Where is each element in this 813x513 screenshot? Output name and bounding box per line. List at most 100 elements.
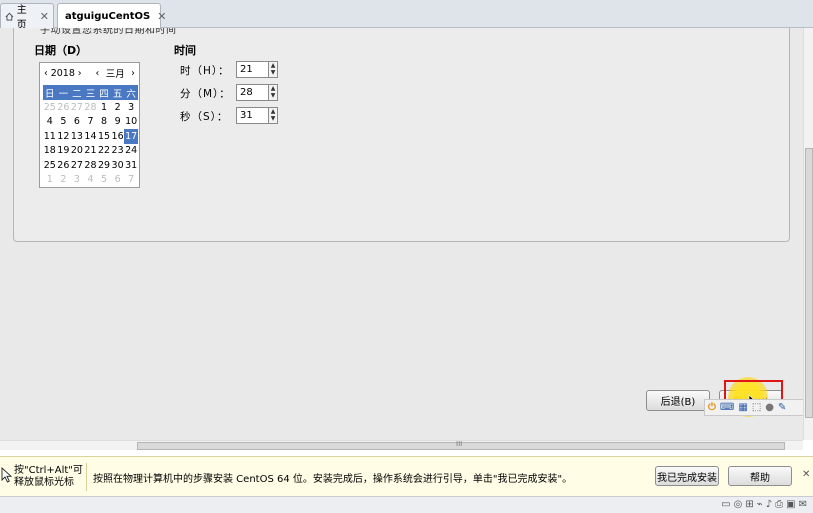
calendar-day[interactable]: 19 <box>57 144 71 159</box>
close-tab-icon[interactable]: ✕ <box>40 10 49 23</box>
horizontal-scrollbar[interactable]: III <box>0 440 803 450</box>
calendar-day[interactable]: 4 <box>84 173 98 188</box>
calendar-day[interactable]: 13 <box>70 129 84 144</box>
calendar-day[interactable]: 7 <box>124 173 138 188</box>
calendar-day[interactable]: 3 <box>70 173 84 188</box>
hour-spinner[interactable]: 21 ▲ ▼ <box>236 61 278 78</box>
keyboard-icon[interactable]: ⌨ <box>720 402 734 413</box>
calendar-day[interactable]: 18 <box>43 144 57 159</box>
power-icon[interactable]: ⏻ <box>708 402 716 413</box>
calendar-grid: 日一二三四五六 25 26 27 28 1 2 3 4 5 6 7 8 9 10 11 12 13 14 15 16 1… <box>43 85 138 187</box>
calendar-day[interactable]: 6 <box>111 173 125 188</box>
hour-value[interactable]: 21 <box>237 62 268 77</box>
panel-heading: 手动设置您系统的日期和时间 <box>40 28 177 36</box>
calendar-day[interactable]: 2 <box>57 173 71 188</box>
done-install-button[interactable]: 我已完成安装 <box>655 466 719 486</box>
vertical-scrollbar[interactable] <box>803 28 813 440</box>
calendar-day[interactable]: 12 <box>57 129 71 144</box>
calendar-day[interactable]: 5 <box>97 173 111 188</box>
calendar-weekday: 一 <box>56 85 71 100</box>
hour-row: 时（H）： <box>180 62 236 78</box>
calendar-day[interactable]: 10 <box>124 115 138 130</box>
calendar-day[interactable]: 11 <box>43 129 57 144</box>
calendar-day[interactable]: 26 <box>57 158 71 173</box>
network-icon[interactable]: ⊞ <box>745 499 753 510</box>
spin-down-icon[interactable]: ▼ <box>269 115 277 122</box>
calendar-day[interactable]: 27 <box>70 158 84 173</box>
display-icon[interactable]: ▣ <box>786 499 795 510</box>
calendar-day[interactable]: 22 <box>97 144 111 159</box>
calendar-day[interactable]: 15 <box>97 129 111 144</box>
second-label: 秒（S）： <box>180 110 229 123</box>
spin-up-icon[interactable]: ▲ <box>269 85 277 92</box>
tab-vm-label: atguiguCentOS <box>65 11 151 22</box>
calendar-day[interactable]: 3 <box>124 100 138 115</box>
usb-icon[interactable]: ⌁ <box>757 499 763 510</box>
calendar-day[interactable]: 20 <box>70 144 84 159</box>
vm-console[interactable]: 手动设置您系统的日期和时间 日期（D） 时间 ‹ 2018 › ‹ 三月 › 日… <box>0 28 803 440</box>
sound-icon[interactable]: ♪ <box>766 499 772 510</box>
calendar-day[interactable]: 26 <box>57 100 71 115</box>
spin-up-icon[interactable]: ▲ <box>269 108 277 115</box>
tab-vm[interactable]: atguiguCentOS ✕ <box>57 3 166 29</box>
printer-icon[interactable]: ⎙ <box>775 499 783 510</box>
calendar-day[interactable]: 2 <box>111 100 125 115</box>
calendar-day[interactable]: 23 <box>111 144 125 159</box>
calendar-day[interactable]: 1 <box>43 173 57 188</box>
minute-spinner[interactable]: 28 ▲ ▼ <box>236 84 278 101</box>
spin-down-icon[interactable]: ▼ <box>269 92 277 99</box>
calendar-day[interactable]: 6 <box>70 115 84 130</box>
calendar-day[interactable]: 29 <box>97 158 111 173</box>
spin-down-icon[interactable]: ▼ <box>269 69 277 76</box>
calendar-day[interactable]: 21 <box>84 144 98 159</box>
calendar-day[interactable]: 7 <box>84 115 98 130</box>
calendar-day[interactable]: 25 <box>43 158 57 173</box>
calendar-day[interactable]: 9 <box>111 115 125 130</box>
calendar-day[interactable]: 5 <box>57 115 71 130</box>
tab-bar: 主页 ✕ atguiguCentOS ✕ <box>0 0 813 31</box>
harddisk-icon[interactable]: ▭ <box>721 499 730 510</box>
back-button[interactable]: 后退(B) <box>646 390 710 411</box>
horizontal-scroll-thumb[interactable]: III <box>137 440 785 450</box>
wrench-icon[interactable]: ✎ <box>778 402 786 413</box>
calendar-day[interactable]: 25 <box>43 100 57 115</box>
calendar-day[interactable]: 8 <box>97 115 111 130</box>
calendar-day[interactable]: 28 <box>84 158 98 173</box>
calendar-day[interactable]: 17 <box>124 129 138 144</box>
calendar-day[interactable]: 24 <box>124 144 138 159</box>
calendar-day[interactable]: 27 <box>70 100 84 115</box>
second-spinner[interactable]: 31 ▲ ▼ <box>236 107 278 124</box>
calendar-weekday: 三 <box>83 85 98 100</box>
calendar-day[interactable]: 1 <box>97 100 111 115</box>
minute-value[interactable]: 28 <box>237 85 268 100</box>
cdrom-icon[interactable]: ◎ <box>734 499 743 510</box>
calendar-weekday: 五 <box>110 85 125 100</box>
install-infobar: 按"Ctrl+Alt"可释放鼠标光标 按照在物理计算机中的步骤安装 CentOS… <box>0 456 813 496</box>
mouse-icon[interactable]: ⬚ <box>752 402 761 413</box>
prev-month-button[interactable]: ‹ <box>93 68 101 79</box>
next-month-button[interactable]: › <box>129 68 137 79</box>
calendar-day[interactable]: 31 <box>124 158 138 173</box>
calendar-day[interactable]: 30 <box>111 158 125 173</box>
spin-up-icon[interactable]: ▲ <box>269 62 277 69</box>
tab-home[interactable]: 主页 ✕ <box>0 3 54 31</box>
calendar-nav: ‹ 2018 › ‹ 三月 › <box>42 65 137 81</box>
time-section-label: 时间 <box>174 44 196 57</box>
next-year-button[interactable]: › <box>76 68 84 79</box>
minute-row: 分（M）： <box>180 85 236 101</box>
calendar-day[interactable]: 14 <box>84 129 98 144</box>
close-infobar-icon[interactable]: ✕ <box>802 469 810 480</box>
message-icon[interactable]: ✉ <box>799 499 807 510</box>
keyboard-icon[interactable]: ▦ <box>738 402 747 413</box>
calendar-day[interactable]: 4 <box>43 115 57 130</box>
vertical-scroll-thumb[interactable] <box>805 148 813 418</box>
calendar-day[interactable]: 28 <box>84 100 98 115</box>
help-button[interactable]: 帮助 <box>728 466 792 486</box>
calendar-day[interactable]: 16 <box>111 129 125 144</box>
calendar-weekday: 二 <box>70 85 84 100</box>
user-icon[interactable]: ● <box>765 402 774 413</box>
second-value[interactable]: 31 <box>237 108 268 123</box>
calendar-month: 三月 <box>105 69 125 80</box>
prev-year-button[interactable]: ‹ <box>42 68 50 79</box>
close-tab-icon[interactable]: ✕ <box>157 10 166 23</box>
